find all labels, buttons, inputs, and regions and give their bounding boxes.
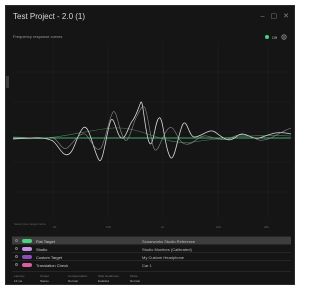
radio-icon[interactable] [15,247,18,250]
target-description: Car 1 [142,263,152,268]
footer-value: Normal [68,279,78,283]
footer-value: Stereo [40,279,49,283]
measured-curve-right [13,106,291,151]
radio-icon[interactable] [15,263,18,266]
target-list: Flat Target Sonarworks Studio Reference … [12,236,291,268]
target-row-translation[interactable]: Translation Check Car 1 [12,260,291,268]
color-swatch [22,247,32,251]
footer-label: Output [40,274,50,278]
status-footer: Latency 12 ms Output Stereo Compensation… [12,271,291,284]
x-tick-label: 20k [264,225,269,229]
chart-title: Frequency response curves [13,34,63,39]
footer-item-mode[interactable]: Mode Normal [130,274,140,283]
window-controls: – ▢ ✕ [261,13,289,20]
footer-value: Normal [130,279,140,283]
close-icon[interactable]: ✕ [283,13,289,20]
minimize-icon[interactable]: – [261,13,265,20]
footer-label: Compensation [68,274,88,278]
grid [13,42,291,218]
toolbar-right: Off [264,33,288,41]
color-swatch [22,255,32,259]
measured-curve-left [13,101,291,161]
x-tick-label: 20 [53,225,57,229]
target-name: Translation Check [36,263,69,268]
footer-label: Latency [14,274,25,278]
footer-value: 12 ms [14,279,23,283]
color-swatch [22,263,32,267]
footer-item-headroom[interactable]: Safe Headroom Enabled [98,274,119,283]
footer-item-output[interactable]: Output Stereo [40,274,49,283]
window-title: Test Project - 2.0 (1) [13,12,86,21]
footer-label: Mode [130,274,138,278]
plot-caption: Select your target curve [14,222,46,226]
side-tab[interactable] [6,76,9,88]
status-dot-icon [264,35,269,39]
frequency-plot [13,42,291,218]
target-row-flat[interactable]: Flat Target Sonarworks Studio Reference [12,236,291,244]
target-row-studio[interactable]: Studio Studio Monitors (Calibrated) [12,244,291,252]
title-bar: Test Project - 2.0 (1) – ▢ ✕ [6,6,294,32]
maximize-icon[interactable]: ▢ [271,13,278,20]
settings-icon[interactable] [280,33,288,41]
x-tick-label: 100 [106,225,112,229]
footer-label: Safe Headroom [98,274,120,278]
radio-icon[interactable] [15,255,18,258]
footer-item-compensation[interactable]: Compensation Normal [68,274,87,283]
toggle-label[interactable]: Off [272,35,277,40]
footer-value: Enabled [98,279,110,283]
x-tick-label: 1k [161,225,165,229]
radio-icon[interactable] [15,239,18,242]
color-swatch [22,239,32,243]
x-tick-label: 10k [216,225,221,229]
app-window: Test Project - 2.0 (1) – ▢ ✕ Frequency r… [5,5,295,285]
footer-item-latency[interactable]: Latency 12 ms [14,274,25,283]
target-row-custom[interactable]: Custom Target My Custom Headphone [12,252,291,260]
